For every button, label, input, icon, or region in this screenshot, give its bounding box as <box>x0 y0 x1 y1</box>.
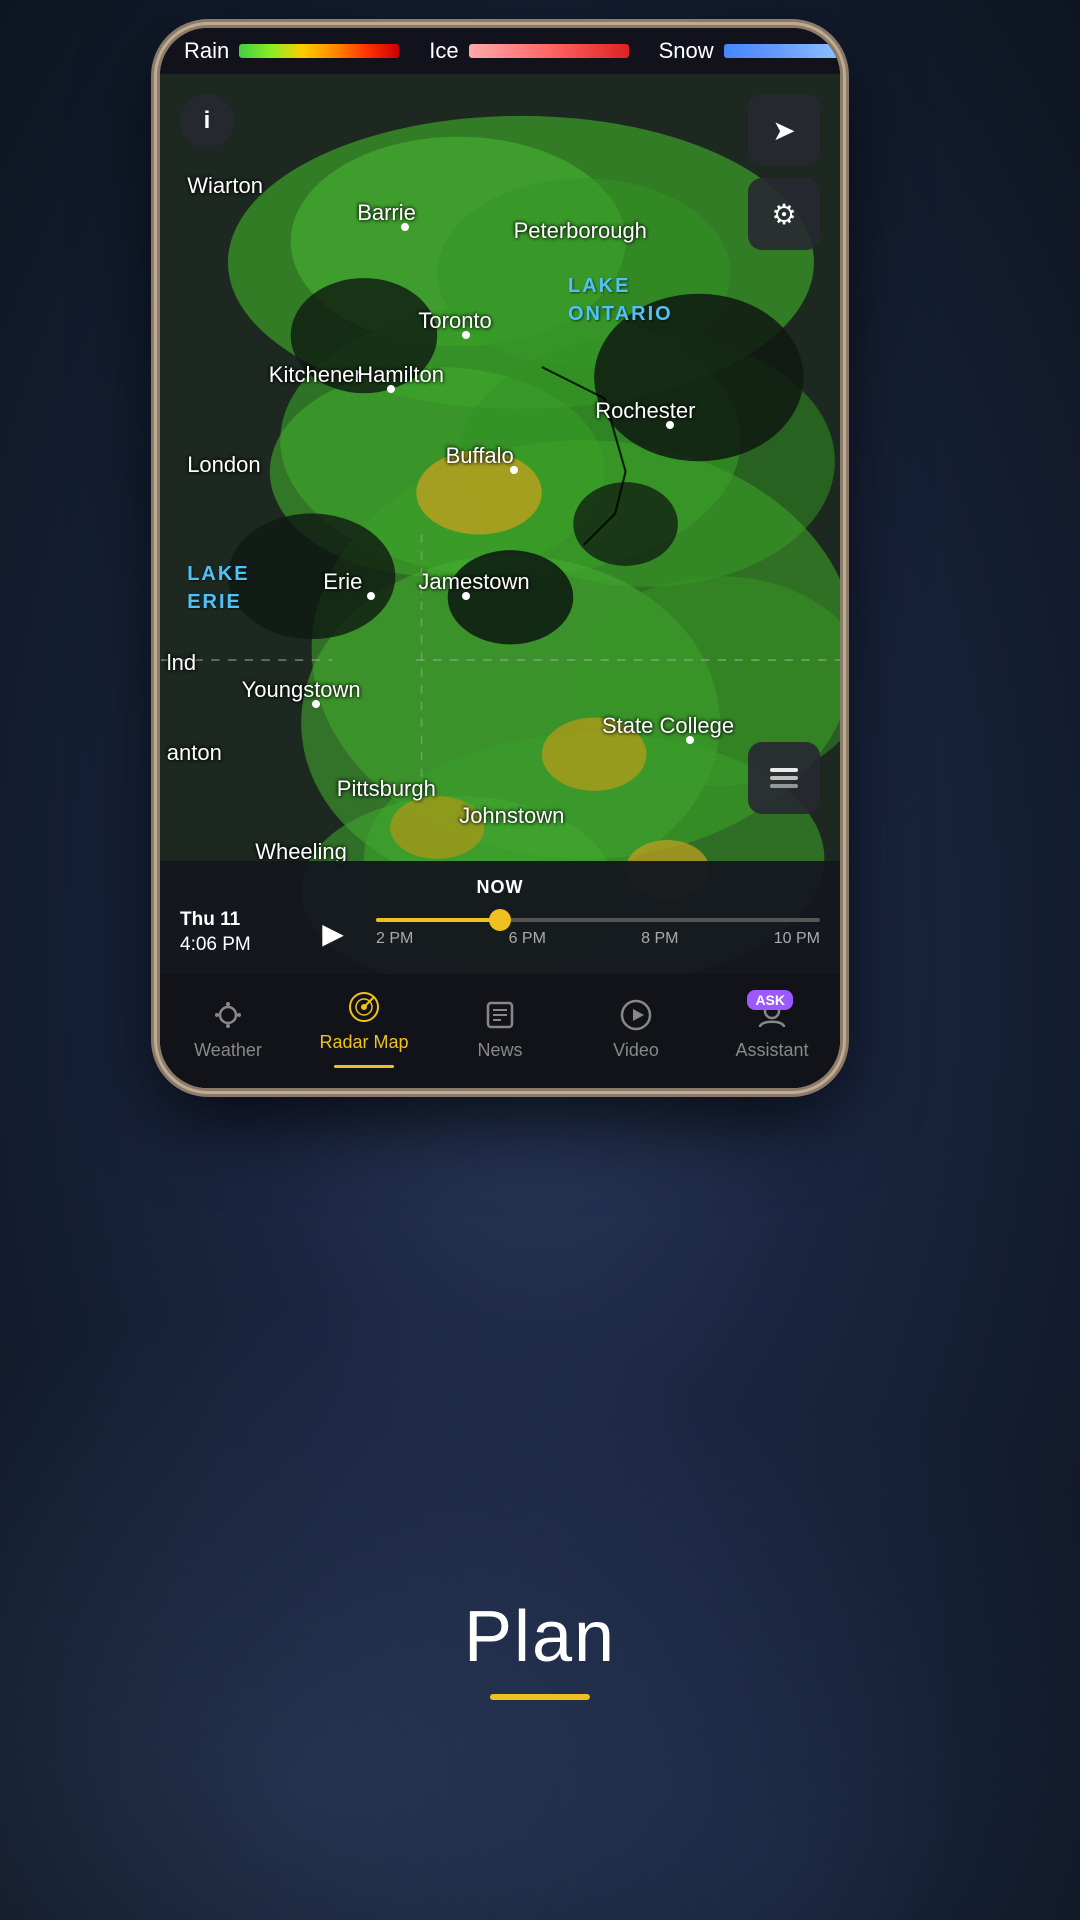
assistant-icon-wrap: ASK <box>755 998 789 1032</box>
weather-icon <box>211 998 245 1032</box>
radar-active-indicator <box>334 1065 394 1068</box>
settings-icon: ⚙ <box>771 198 796 231</box>
tick-2pm: 2 PM <box>376 930 413 948</box>
navigation-button[interactable]: ➤ <box>748 94 820 166</box>
phone-frame: Rain Ice Snow <box>160 28 840 1088</box>
bottom-navigation: Weather Radar Map <box>160 974 840 1088</box>
tick-10pm: 10 PM <box>774 930 820 948</box>
news-icon-wrap <box>483 998 517 1032</box>
play-button[interactable]: ▶ <box>306 906 360 960</box>
radar-icon-wrap <box>347 990 381 1024</box>
nav-assistant[interactable]: ASK Assistant <box>722 998 822 1061</box>
time-ticks: 2 PM 6 PM 8 PM 10 PM <box>376 930 820 948</box>
layers-icon <box>766 760 802 796</box>
snow-gradient <box>724 44 840 58</box>
ask-badge: ASK <box>747 990 793 1010</box>
background-clouds <box>0 1220 1080 1920</box>
weather-icon-wrap <box>211 998 245 1032</box>
settings-button[interactable]: ⚙ <box>748 178 820 250</box>
nav-weather-label: Weather <box>194 1040 262 1061</box>
track-thumb[interactable] <box>489 909 511 931</box>
ice-legend-label: Ice <box>429 38 458 64</box>
nav-radar-label: Radar Map <box>319 1032 408 1053</box>
plan-title: Plan <box>464 1596 616 1678</box>
nav-video[interactable]: Video <box>586 998 686 1061</box>
tick-8pm: 8 PM <box>641 930 678 948</box>
radar-map-area[interactable]: i ➤ ⚙ Wiarton Barrie Peterborough Toront… <box>160 74 840 974</box>
time-display: Thu 11 4:06 PM <box>180 908 290 957</box>
rain-legend-label: Rain <box>184 38 229 64</box>
ice-gradient <box>469 44 629 58</box>
nav-news-label: News <box>477 1040 522 1061</box>
plan-section: Plan <box>464 1596 616 1700</box>
day-display: Thu 11 <box>180 908 290 933</box>
video-icon-wrap <box>619 998 653 1032</box>
timeline-track[interactable]: 2 PM 6 PM 8 PM 10 PM <box>376 918 820 948</box>
nav-weather[interactable]: Weather <box>178 998 278 1061</box>
map-controls: ➤ ⚙ <box>748 94 820 250</box>
time-value: 4:06 PM <box>180 933 290 958</box>
ice-legend-item: Ice <box>429 38 628 64</box>
snow-legend-item: Snow <box>659 38 840 64</box>
rain-gradient <box>239 44 399 58</box>
plan-underline <box>490 1694 590 1700</box>
radar-svg <box>160 74 840 974</box>
rain-legend-item: Rain <box>184 38 399 64</box>
radar-icon <box>347 990 381 1024</box>
info-button[interactable]: i <box>180 94 234 148</box>
nav-news[interactable]: News <box>450 998 550 1061</box>
news-icon <box>483 998 517 1032</box>
tick-6pm: 6 PM <box>509 930 546 948</box>
snow-legend-label: Snow <box>659 38 714 64</box>
navigation-icon: ➤ <box>772 114 795 147</box>
now-label: NOW <box>180 877 820 898</box>
legend-bar: Rain Ice Snow <box>160 28 840 74</box>
nav-assistant-label: Assistant <box>735 1040 808 1061</box>
track-background <box>376 918 820 922</box>
play-icon: ▶ <box>322 917 344 950</box>
nav-video-label: Video <box>613 1040 659 1061</box>
video-icon <box>619 998 653 1032</box>
nav-radar[interactable]: Radar Map <box>314 990 414 1068</box>
info-icon: i <box>204 107 211 135</box>
layers-button[interactable] <box>748 742 820 814</box>
timeline-bar: NOW Thu 11 4:06 PM ▶ <box>160 861 840 974</box>
phone-inner: Rain Ice Snow <box>160 28 840 1088</box>
track-fill <box>376 918 500 922</box>
timeline-row: Thu 11 4:06 PM ▶ 2 PM 6 PM <box>180 906 820 960</box>
